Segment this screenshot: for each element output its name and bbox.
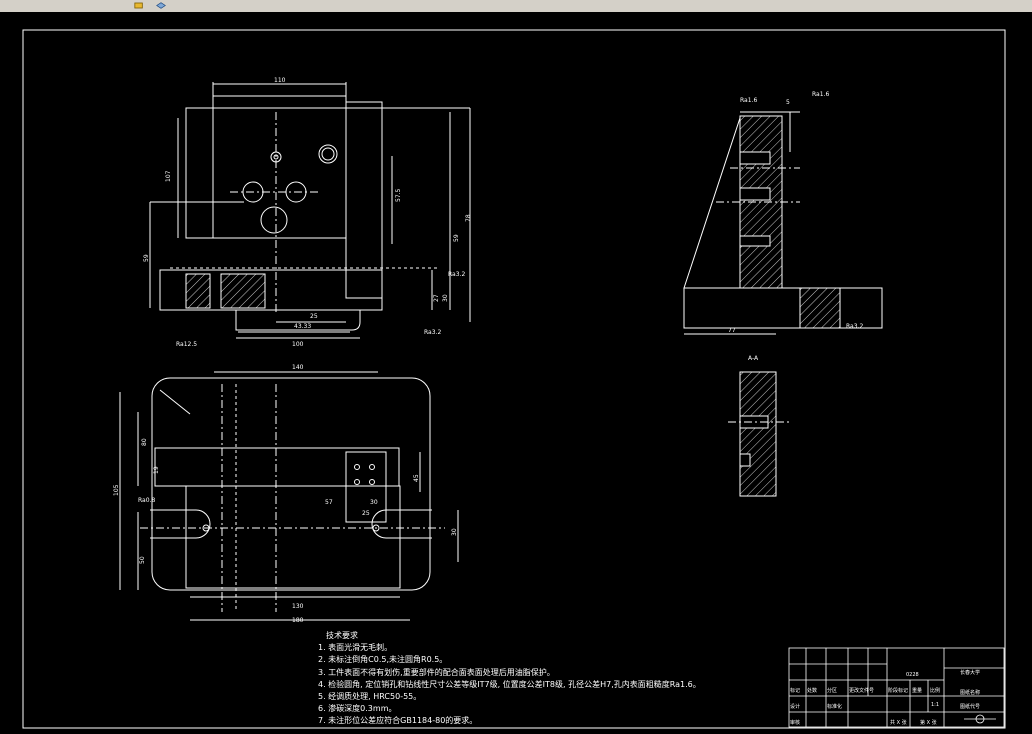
roughness-label: Ra3.2 (424, 329, 441, 336)
dim-label: 57 (325, 499, 333, 506)
dim-label: 43.33 (294, 323, 311, 330)
dim-label: 50 (139, 556, 146, 564)
layer-icon[interactable] (156, 1, 166, 10)
sheet-label: 共 X 张 (890, 719, 907, 726)
notes-title: 技术要求 (326, 631, 358, 640)
tb-label: 分区 (827, 687, 837, 694)
tb-label: 阶段标记 (888, 687, 908, 694)
note-line: 7. 未注形位公差应符合GB1184-80的要求。 (318, 716, 478, 726)
top-view-dim-labels: 140 80 105 19 45 57 30 25 50 130 180 30 … (113, 364, 458, 624)
dim-label: 30 (442, 294, 449, 302)
scale-value: 1:1 (931, 702, 939, 708)
drawing-number: 0228 (906, 672, 919, 678)
tb-label: 更改文件号 (849, 687, 874, 694)
dim-label: 80 (141, 438, 148, 446)
note-line: 3. 工件表面不得有划伤,重要部件的配合面表面处理后用油脂保护。 (318, 667, 555, 677)
roughness-label: Ra12.5 (176, 341, 197, 348)
tb-label: 标记 (790, 687, 800, 694)
dim-label: 130 (292, 603, 304, 610)
dim-label: 5 (786, 99, 790, 106)
section-label: A-A (748, 355, 759, 362)
dim-label: 77 (728, 327, 736, 334)
note-line: 1. 表面光滑无毛刺。 (318, 643, 393, 653)
side-view (683, 111, 883, 335)
dim-label: 140 (292, 364, 304, 371)
dim-label: 78 (465, 214, 472, 222)
dim-label: 59 (453, 234, 460, 242)
dim-label: 180 (292, 617, 304, 624)
cad-drawing: 110 107 59 57.5 78 59 27 30 25 43.33 100… (22, 29, 1006, 729)
scale-label: 比例 (930, 687, 940, 694)
roughness-label: Ra1.6 (740, 97, 757, 104)
tb-label: 处数 (807, 687, 817, 694)
dim-label: 25 (362, 510, 370, 517)
top-view (119, 371, 459, 621)
title-block-text: 0228 长春大学 图纸名称 图纸代号 比例 1:1 共 X 张 第 X 张 标… (790, 669, 980, 726)
dim-label: 27 (433, 294, 440, 302)
roughness-label: Ra3.2 (448, 271, 465, 278)
tb-label: 审核 (790, 719, 800, 726)
dim-label: 57.5 (395, 188, 402, 202)
dim-label: 19 (153, 466, 160, 474)
part-name: 图纸名称 (960, 689, 980, 696)
school-name: 长春大学 (960, 669, 980, 676)
dim-label: 25 (310, 313, 318, 320)
note-line: 4. 检验圆角, 定位销孔和钻线性尺寸公差等级IT7级, 位置度公差IT8级, … (318, 679, 701, 689)
technical-requirements: 技术要求 1. 表面光滑无毛刺。 2. 未标注倒角C0.5,未注圆角R0.5。 … (318, 630, 701, 728)
dim-label: 59 (143, 254, 150, 262)
roughness-label: Ra1.6 (812, 91, 829, 98)
dim-label: 110 (274, 77, 286, 84)
roughness-label: Ra0.8 (138, 497, 155, 504)
drawing-name: 图纸代号 (960, 703, 980, 710)
note-line: 5. 经调质处理, HRC50-55。 (318, 692, 422, 702)
dim-label: 107 (165, 170, 172, 182)
note-line: 6. 渗碳深度0.3mm。 (318, 704, 397, 714)
dim-label: 30 (451, 528, 458, 536)
dim-label: 45 (413, 474, 420, 482)
tb-label: 设计 (790, 703, 800, 710)
pencil-icon[interactable] (134, 1, 144, 10)
tb-label: 标准化 (827, 703, 842, 710)
dim-label: 100 (292, 341, 304, 348)
dim-label: 30 (370, 499, 378, 506)
drawing-canvas[interactable]: 110 107 59 57.5 78 59 27 30 25 43.33 100… (0, 12, 1032, 734)
tb-label: 重量 (912, 687, 922, 694)
sheet-label-2: 第 X 张 (920, 719, 937, 726)
front-view (149, 82, 471, 339)
note-line: 2. 未标注倒角C0.5,未注圆角R0.5。 (318, 655, 448, 665)
roughness-label: Ra3.2 (846, 323, 863, 330)
section-view (728, 371, 790, 497)
drawing-frame (22, 29, 1006, 729)
dim-label: 105 (113, 484, 120, 496)
